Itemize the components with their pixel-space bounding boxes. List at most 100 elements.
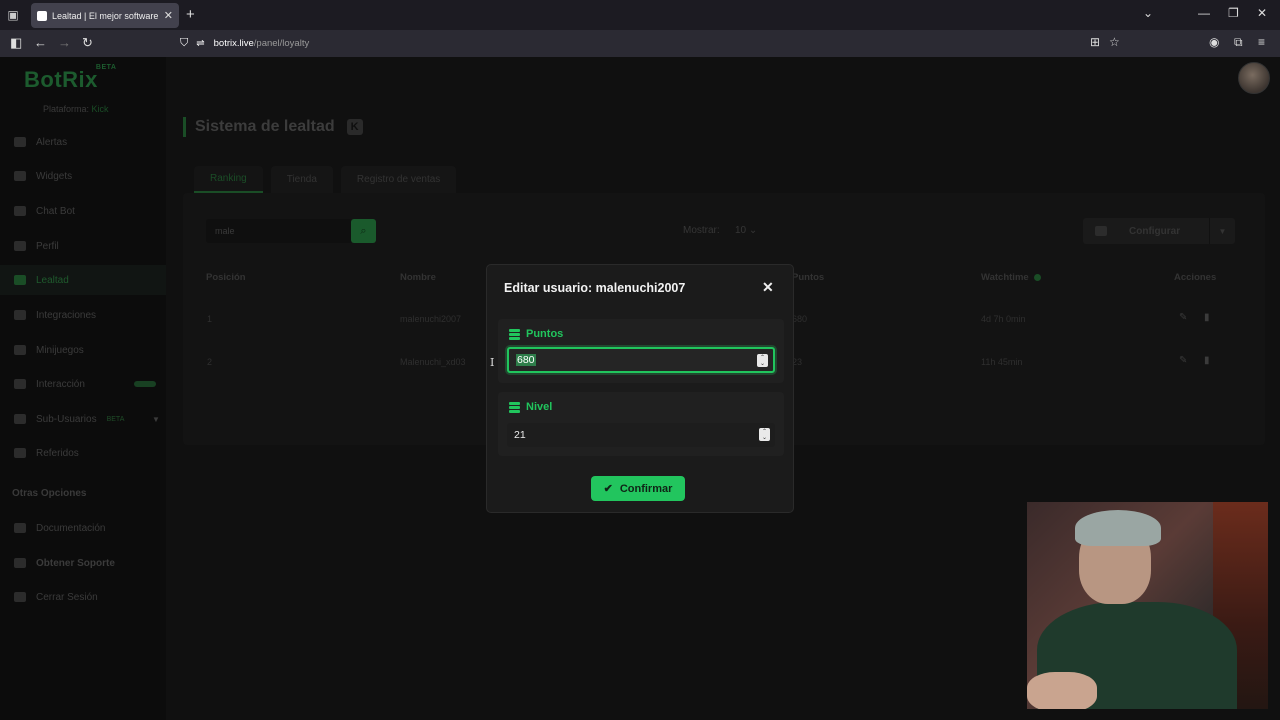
search-input[interactable]: male [206,219,352,243]
tab-tienda[interactable]: Tienda [270,166,333,193]
browser-nav-bar: ◧ ← → ↻ ⛉ ⇌ botrix.live/panel/loyalty ⊞ … [0,30,1280,57]
site-permissions-icon: ⇌ [196,38,205,49]
robot-icon [14,206,26,216]
tab-registro-de-ventas[interactable]: Registro de ventas [340,166,457,193]
column-header-puntos: Puntos [792,272,825,283]
row-1-watchtime: 4d 7h 0min [981,314,1026,324]
discord-icon [14,558,26,568]
logo-beta-badge: BETA [95,63,117,71]
profile-icon [14,241,26,251]
show-label: Mostrar: [683,225,720,236]
sidebar-item-perfil[interactable]: Perfil [0,231,166,261]
edit-icon[interactable]: ✎ [1179,312,1187,323]
level-stepper[interactable]: ⌃ ⌄ [759,428,770,441]
close-window-icon[interactable]: ✕ [1257,6,1267,20]
search-icon: ⌕ [360,224,367,237]
bookmark-star-icon[interactable]: ☆ [1109,35,1120,49]
url-domain: botrix.live [213,38,254,49]
sidebar-item-widgets[interactable]: Widgets [0,161,166,191]
platform-indicator: Plataforma: Kick [43,104,109,114]
shield-icon: ⛉ [180,37,189,49]
user-avatar[interactable] [1238,62,1270,94]
level-input[interactable]: 21 ⌃ ⌄ [507,423,775,447]
sidebar-item-alertas[interactable]: Alertas [0,127,166,157]
address-bar[interactable]: ⛉ ⇌ botrix.live/panel/loyalty [180,33,1140,54]
back-icon[interactable]: ← [34,35,47,50]
sidebar-item-minijuegos[interactable]: Minijuegos [0,335,166,365]
chevron-down-icon: ⌄ [748,225,758,236]
modal-title: Editar usuario: malenuchi2007 [504,281,686,295]
sidebar-item-interaccion[interactable]: Interacción [0,369,166,399]
url-path: /panel/loyalty [253,38,310,49]
chevron-down-icon[interactable]: ▼ [1209,218,1235,244]
reload-icon[interactable]: ↻ [82,35,93,51]
close-tab-icon[interactable]: ✕ [164,9,173,22]
tab-ranking[interactable]: Ranking [194,166,263,193]
forward-icon[interactable]: → [58,35,71,50]
account-icon[interactable]: ◉ [1209,35,1219,49]
tab-list-icon[interactable]: ▣ [0,0,26,30]
reader-view-icon[interactable]: ⊞ [1090,35,1100,49]
points-value: 680 [516,354,536,366]
kick-logo-icon: K [346,119,363,135]
show-select[interactable]: 10 ⌄ [735,225,757,236]
text-cursor-icon: I [490,356,495,369]
row-2-watchtime: 11h 45min [981,357,1023,367]
edit-icon[interactable]: ✎ [1179,355,1187,366]
browser-tab-active[interactable]: Lealtad | El mejor software para ✕ [31,3,179,28]
sidebar-item-sub-usuarios[interactable]: Sub-Usuarios BETA ▼ [0,404,166,434]
column-header-posicion: Posición [206,272,246,283]
webcam-person-hand [1027,672,1097,709]
points-stepper[interactable]: ⌃ ⌄ [757,354,768,367]
sidebar-item-integraciones[interactable]: Integraciones [0,300,166,330]
menu-icon[interactable]: ≡ [1258,35,1265,49]
botrix-logo[interactable]: BotRixBETA [24,63,118,93]
sidebar-toggle-icon[interactable]: ◧ [10,35,22,51]
column-header-watchtime: Watchtime [981,272,1041,283]
extensions-icon[interactable]: ⧉ [1234,35,1243,50]
edit-user-modal: Editar usuario: malenuchi2007 ✕ Puntos 6… [486,264,794,513]
sidebar-item-lealtad[interactable]: Lealtad [0,265,166,295]
column-header-acciones: Acciones [1174,272,1217,283]
new-tab-icon[interactable]: + [186,6,195,23]
close-icon[interactable]: ✕ [762,279,774,296]
sidebar-item-referidos[interactable]: Referidos [0,438,166,468]
restore-icon[interactable]: ❐ [1228,6,1239,20]
confirm-button[interactable]: ✔ Confirmar [591,476,685,501]
botrix-favicon-icon [37,10,47,21]
search-button[interactable]: ⌕ [351,219,376,243]
row-1-points: 680 [792,314,808,324]
widgets-icon [14,171,26,181]
sidebar-item-documentacion[interactable]: Documentación [0,513,166,543]
new-badge [134,381,156,387]
logout-icon [14,592,26,602]
gamepad-icon [14,345,26,355]
browser-tab-strip: ▣ Lealtad | El mejor software para ✕ + ⌄… [0,0,1280,30]
users-icon [14,414,26,424]
sidebar: BotRixBETA Plataforma: Kick Alertas Widg… [0,57,166,720]
sidebar-item-cerrar-sesion[interactable]: Cerrar Sesión [0,582,166,612]
check-icon: ✔ [603,483,613,495]
points-input[interactable]: 680 ⌃ ⌄ [507,347,775,373]
webcam-overlay [1027,502,1268,709]
alert-icon [14,137,26,147]
trash-icon[interactable]: ▮ [1204,312,1210,323]
tab-overflow-chevron-icon[interactable]: ⌄ [1143,6,1153,20]
configure-button[interactable]: Configurar ▼ [1083,218,1235,244]
webcam-person-cap [1075,510,1161,546]
points-fieldset: Puntos 680 ⌃ ⌄ [498,319,784,383]
sidebar-item-chat-bot[interactable]: Chat Bot [0,196,166,226]
loyalty-tabs: Ranking Tienda Registro de ventas [194,166,457,193]
gear-icon [1095,226,1107,236]
page-title: Sistema de lealtad K [183,117,363,137]
row-2-name: Malenuchi_xd03 [400,357,466,367]
row-1-name: malenuchi2007 [400,314,462,324]
trophy-icon [14,275,26,285]
integrations-icon [14,310,26,320]
level-fieldset: Nivel 21 ⌃ ⌄ [498,392,784,456]
trash-icon[interactable]: ▮ [1204,355,1210,366]
sidebar-item-obtener-soporte[interactable]: Obtener Soporte [0,548,166,578]
minimize-icon[interactable]: — [1198,6,1210,20]
level-label: Nivel [509,401,552,413]
music-icon [14,379,26,389]
